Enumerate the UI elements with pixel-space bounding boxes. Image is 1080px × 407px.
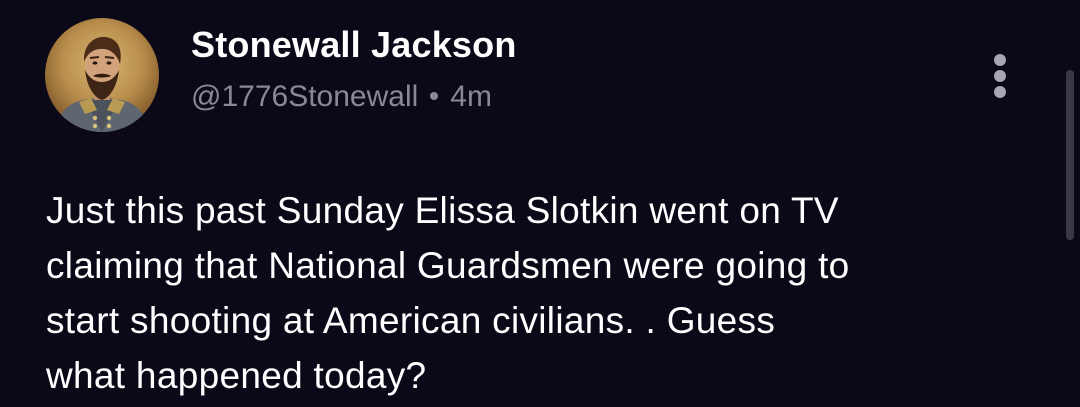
post-timestamp: 4m xyxy=(450,80,492,113)
author-meta: @1776Stonewall 4m xyxy=(191,80,492,114)
post-card: Stonewall Jackson @1776Stonewall 4m Just … xyxy=(0,0,1080,407)
separator-dot-icon xyxy=(430,92,439,101)
more-vertical-icon-dot xyxy=(994,86,1006,98)
more-options-button[interactable] xyxy=(984,52,1016,100)
more-vertical-icon-dot xyxy=(994,70,1006,82)
more-vertical-icon xyxy=(994,54,1006,66)
avatar[interactable] xyxy=(45,18,159,132)
post-body-text: Just this past Sunday Elissa Slotkin wen… xyxy=(46,190,850,396)
scrollbar[interactable] xyxy=(1066,70,1074,240)
author-display-name[interactable]: Stonewall Jackson xyxy=(191,24,517,66)
author-handle[interactable]: @1776Stonewall xyxy=(191,80,418,113)
portrait-avatar-icon xyxy=(55,36,149,132)
